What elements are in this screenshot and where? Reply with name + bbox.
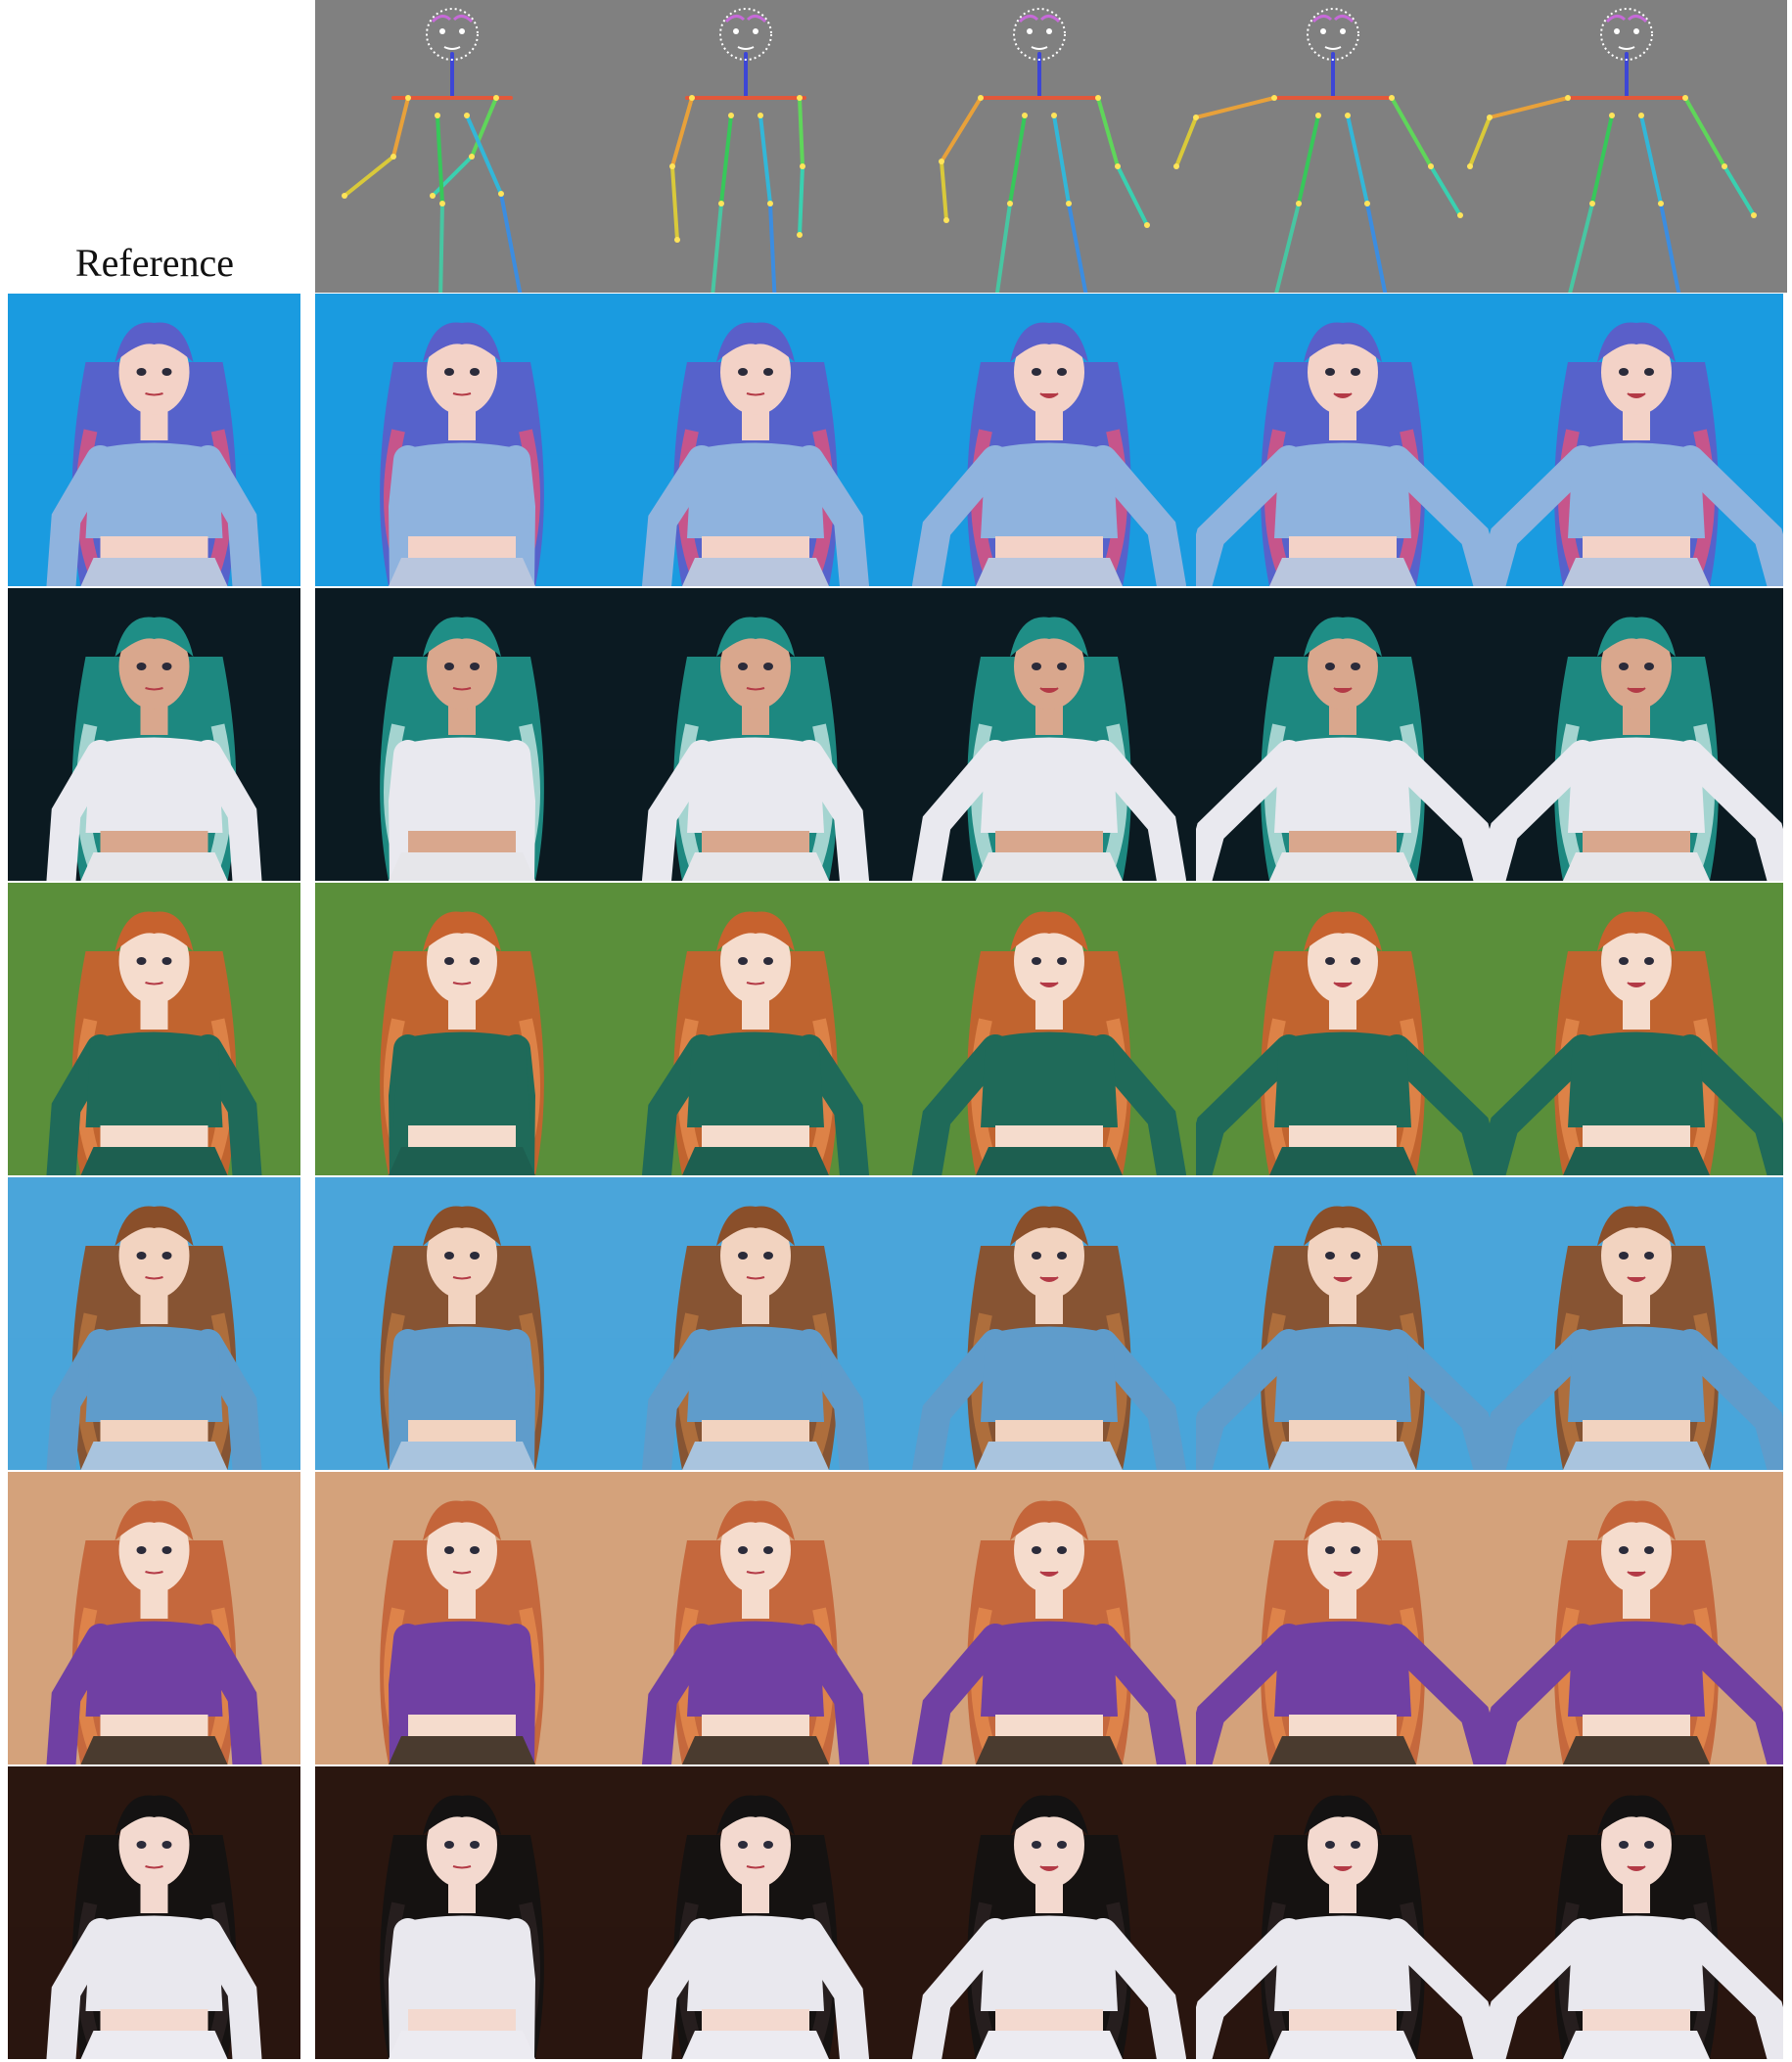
reference-image bbox=[8, 1766, 300, 2059]
generated-frame bbox=[902, 883, 1196, 1175]
generated-frame bbox=[902, 1177, 1196, 1470]
reference-image bbox=[8, 1472, 300, 1764]
pose-skeleton-strip bbox=[315, 0, 1787, 293]
pose-frame-3 bbox=[939, 8, 1150, 293]
generated-frame bbox=[902, 1766, 1196, 2059]
generated-frame bbox=[315, 1472, 609, 1764]
generated-frame bbox=[609, 1177, 902, 1470]
generated-frame bbox=[315, 1177, 609, 1470]
generated-frame bbox=[1490, 883, 1783, 1175]
generated-frame bbox=[609, 1766, 902, 2059]
generated-frame bbox=[1196, 294, 1490, 586]
generated-frame bbox=[1490, 1766, 1783, 2059]
generated-frame bbox=[315, 588, 609, 881]
generated-frame bbox=[609, 1472, 902, 1764]
generated-frame bbox=[609, 883, 902, 1175]
generated-frame bbox=[1490, 588, 1783, 881]
generated-frame bbox=[1490, 1472, 1783, 1764]
pose-frame-4 bbox=[1173, 8, 1463, 293]
generated-frame bbox=[1196, 1472, 1490, 1764]
pose-skeleton-svg bbox=[342, 8, 1757, 293]
generated-frame bbox=[902, 294, 1196, 586]
reference-image bbox=[8, 1177, 300, 1470]
generated-frame bbox=[1490, 294, 1783, 586]
pose-frame-5 bbox=[1467, 8, 1757, 293]
reference-image bbox=[8, 294, 300, 586]
pose-frame-2 bbox=[669, 8, 806, 293]
generated-frame bbox=[315, 294, 609, 586]
generated-frame bbox=[902, 1472, 1196, 1764]
generated-frame bbox=[315, 1766, 609, 2059]
generated-frame bbox=[609, 294, 902, 586]
generated-frame bbox=[1490, 1177, 1783, 1470]
generated-frame bbox=[902, 588, 1196, 881]
generated-frame bbox=[609, 588, 902, 881]
generated-frame bbox=[1196, 588, 1490, 881]
reference-label: Reference bbox=[74, 241, 235, 285]
reference-image bbox=[8, 883, 300, 1175]
generated-frame bbox=[1196, 1177, 1490, 1470]
generated-frame bbox=[315, 883, 609, 1175]
reference-image bbox=[8, 588, 300, 881]
generated-frame bbox=[1196, 1766, 1490, 2059]
comparison-figure: Reference bbox=[0, 0, 1792, 2062]
pose-frame-1 bbox=[342, 8, 523, 293]
generated-frame bbox=[1196, 883, 1490, 1175]
